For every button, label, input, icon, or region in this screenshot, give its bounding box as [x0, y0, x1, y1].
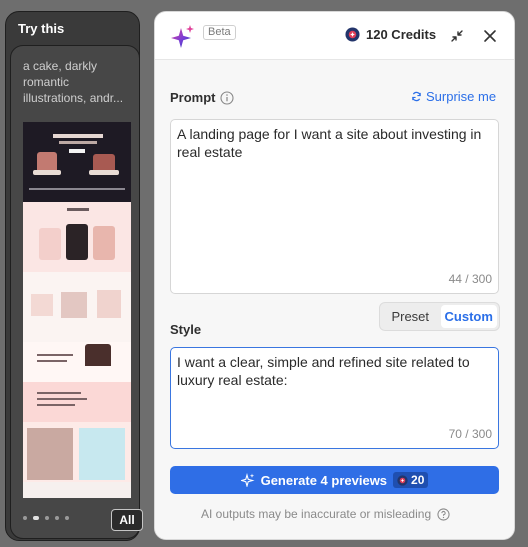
generate-cost-badge: 20	[393, 472, 429, 488]
minimize-icon[interactable]	[450, 29, 464, 43]
preview-text-line	[37, 354, 73, 356]
preview-illustration	[27, 428, 73, 480]
preview-hero-subheading	[59, 141, 97, 144]
prompt-text: A landing page for I want a site about i…	[177, 126, 482, 160]
preview-section	[23, 382, 131, 422]
preview-illustration	[39, 228, 61, 260]
generate-button[interactable]: Generate 4 previews 20	[170, 466, 499, 494]
info-icon[interactable]	[220, 91, 234, 105]
preview-illustration	[97, 290, 121, 318]
prompt-char-counter: 44 / 300	[448, 272, 492, 286]
preview-text-line	[37, 404, 75, 406]
surprise-me-label: Surprise me	[426, 89, 497, 104]
preview-nav	[29, 188, 125, 190]
preview-illustration	[31, 294, 53, 316]
preview-footer	[23, 482, 131, 498]
style-preset-option[interactable]: Preset	[382, 305, 439, 328]
carousel-dot[interactable]	[55, 516, 59, 520]
dialog-body: Prompt Surprise me A landing page for I …	[155, 60, 514, 539]
preview-text-line	[37, 392, 81, 394]
close-icon[interactable]	[483, 29, 497, 43]
all-button[interactable]: All	[111, 509, 143, 531]
try-this-panel: Try this a cake, darkly romantic illustr…	[5, 11, 143, 541]
try-this-title: Try this	[18, 21, 65, 36]
preview-illustration	[93, 226, 115, 260]
preview-plate	[33, 170, 61, 175]
carousel-dot[interactable]	[23, 516, 27, 520]
preview-illustration	[79, 428, 125, 480]
sparkle-icon	[240, 473, 255, 487]
style-input[interactable]: I want a clear, simple and refined site …	[170, 347, 499, 449]
preview-thumbnail[interactable]	[23, 122, 131, 498]
refresh-icon	[412, 91, 421, 102]
style-text: I want a clear, simple and refined site …	[177, 354, 470, 388]
dialog-header: Beta 120 Credits	[155, 12, 514, 60]
prompt-label: Prompt	[170, 90, 216, 105]
beta-badge: Beta	[203, 25, 236, 40]
try-this-description: a cake, darkly romantic illustrations, a…	[23, 59, 124, 105]
generate-label: Generate 4 previews	[260, 472, 388, 488]
carousel-dots[interactable]	[23, 516, 69, 520]
preview-hero-heading	[53, 134, 103, 138]
credit-coin-icon	[345, 27, 360, 42]
disclaimer-text: AI outputs may be inaccurate or misleadi…	[201, 507, 432, 521]
help-icon[interactable]	[437, 507, 450, 521]
prompt-input[interactable]: A landing page for I want a site about i…	[170, 119, 499, 294]
credits-label: 120 Credits	[366, 27, 437, 42]
preview-hero-button	[69, 149, 85, 153]
credit-coin-icon	[397, 474, 408, 486]
carousel-dot[interactable]	[65, 516, 69, 520]
generate-dialog: Beta 120 Credits Prompt Surprise me A la…	[154, 11, 515, 540]
sparkle-logo-icon	[171, 25, 194, 48]
preview-illustration	[61, 292, 87, 318]
preview-section	[23, 342, 131, 382]
ai-disclaimer: AI outputs may be inaccurate or misleadi…	[201, 507, 450, 521]
preview-plate	[89, 170, 119, 175]
generate-cost: 20	[411, 473, 425, 487]
style-label: Style	[170, 322, 202, 337]
preview-section-heading	[67, 208, 89, 211]
credits-display[interactable]: 120 Credits	[345, 27, 436, 42]
style-char-counter: 70 / 300	[448, 427, 492, 441]
style-mode-toggle[interactable]: Preset Custom	[379, 302, 500, 331]
preview-illustration	[66, 224, 88, 260]
carousel-dot[interactable]	[45, 516, 49, 520]
preview-cake-image	[85, 344, 111, 366]
style-custom-option[interactable]: Custom	[440, 305, 497, 328]
preview-text-line	[37, 360, 67, 362]
try-this-card[interactable]: a cake, darkly romantic illustrations, a…	[10, 45, 143, 539]
surprise-me-link[interactable]: Surprise me	[411, 89, 496, 104]
carousel-dot[interactable]	[33, 516, 39, 520]
preview-text-line	[37, 398, 87, 400]
